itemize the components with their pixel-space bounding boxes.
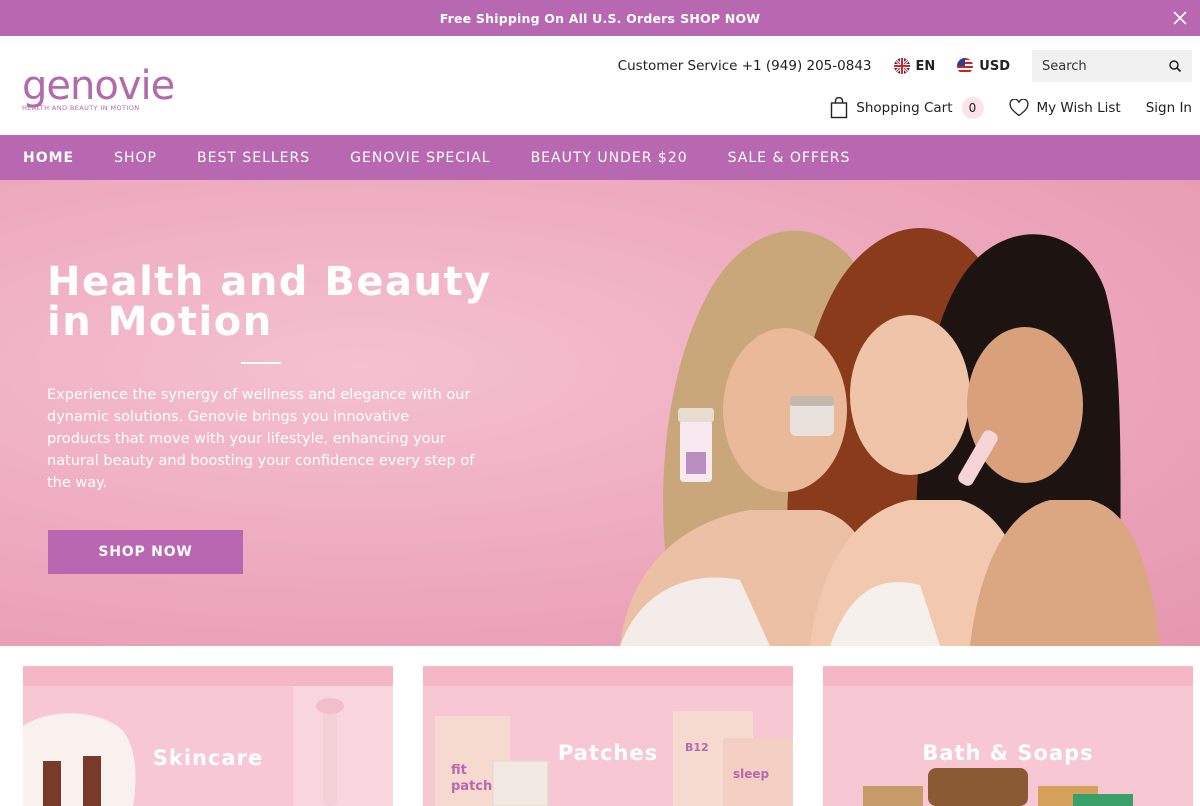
category-label-bath-soaps: Bath & Soaps [922,741,1094,765]
nav-item-home[interactable]: HOME [23,150,74,166]
wishlist-label: My Wish List [1036,100,1121,116]
main-navigation: HOME SHOP BEST SELLERS GENOVIE SPECIAL B… [0,135,1200,180]
cart-label: Shopping Cart [856,100,953,116]
nav-item-beauty-under-20[interactable]: BEAUTY UNDER $20 [531,150,688,166]
hero-shop-now-button[interactable]: SHOP NOW [48,530,243,574]
logo-wordmark: genovie [22,63,175,109]
header-bottom-row: Shopping Cart 0 My Wish List Sign In [830,94,1192,122]
category-card-bath-soaps[interactable]: Bath & Soaps [823,666,1193,806]
hero-divider [241,362,281,364]
search-input[interactable] [1042,58,1162,74]
us-flag-icon [957,58,974,74]
shopping-bag-icon [831,97,848,119]
search-box[interactable] [1032,50,1192,82]
cart-count-badge: 0 [961,97,984,119]
svg-text:patch: patch [451,779,492,794]
currency-label: USD [979,58,1010,74]
category-label-patches: Patches [557,741,659,765]
category-cards: Skincare fit patch B12 sleep Patches Bat… [0,646,1200,806]
language-label: EN [915,58,936,74]
svg-text:sleep: sleep [733,767,770,781]
nav-item-best-sellers[interactable]: BEST SELLERS [197,150,310,166]
header-top-row: Customer Service +1 (949) 205-0843 EN US… [618,50,1192,82]
customer-service-text[interactable]: Customer Service +1 (949) 205-0843 [618,58,872,74]
hero-models-image [620,228,1160,646]
site-header: genovie HEALTH AND BEAUTY IN MOTION Cust… [0,36,1200,135]
announcement-bar: Free Shipping On All U.S. Orders SHOP NO… [0,0,1200,36]
nav-item-shop[interactable]: SHOP [114,150,157,166]
category-card-patches[interactable]: fit patch B12 sleep Patches [423,666,793,806]
nav-item-genovie-special[interactable]: GENOVIE SPECIAL [350,150,490,166]
svg-text:fit: fit [451,763,467,778]
heart-icon [1008,99,1029,117]
currency-selector[interactable]: USD [957,58,1010,74]
language-selector[interactable]: EN [893,58,936,74]
sign-in-link[interactable]: Sign In [1146,100,1192,116]
hero-title: Health and Beauty in Motion [47,259,492,345]
hero-description: Experience the synergy of wellness and e… [47,387,475,491]
search-icon[interactable] [1168,59,1182,73]
close-icon[interactable] [1170,8,1190,28]
announcement-shop-now-link[interactable]: SHOP NOW [680,11,760,26]
shopping-cart-link[interactable]: Shopping Cart 0 [830,97,984,119]
announcement-text: Free Shipping On All U.S. Orders [439,10,676,26]
logo[interactable]: genovie HEALTH AND BEAUTY IN MOTION [22,66,192,114]
category-card-skincare[interactable]: Skincare [23,666,393,806]
category-label-skincare: Skincare [152,746,264,770]
wishlist-link[interactable]: My Wish List [1008,99,1121,117]
nav-item-sale-offers[interactable]: SALE & OFFERS [728,150,851,166]
hero-banner: Health and Beauty in Motion Experience t… [0,180,1200,646]
uk-flag-icon [893,58,910,74]
